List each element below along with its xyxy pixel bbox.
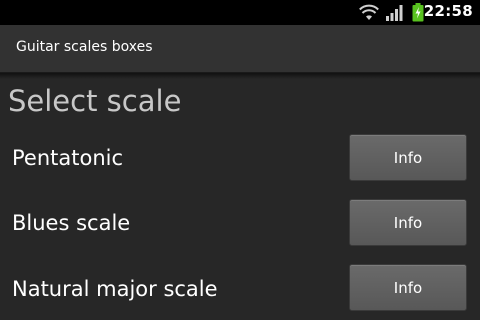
battery-charging-icon <box>412 3 424 22</box>
title-bar-shadow <box>0 73 480 79</box>
app-title-bar: Guitar scales boxes <box>0 25 480 73</box>
wifi-icon <box>359 4 379 20</box>
scale-label-natural-major: Natural major scale <box>12 277 218 301</box>
status-bar: 22:58 <box>0 0 480 25</box>
scale-label-blues: Blues scale <box>12 211 131 235</box>
page-heading: Select scale <box>8 84 182 118</box>
scale-label-pentatonic: Pentatonic <box>12 146 124 170</box>
info-button-pentatonic[interactable]: Info <box>349 134 467 181</box>
info-button-natural-major[interactable]: Info <box>349 264 467 311</box>
signal-bars-icon <box>386 5 403 21</box>
info-button-blues[interactable]: Info <box>349 199 467 246</box>
app-title: Guitar scales boxes <box>16 39 153 55</box>
status-time: 22:58 <box>423 2 473 20</box>
